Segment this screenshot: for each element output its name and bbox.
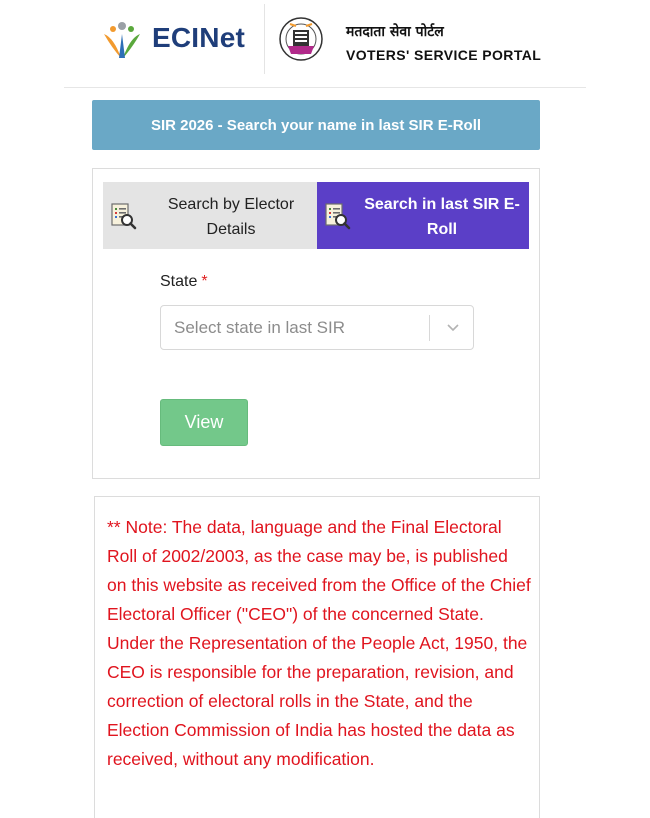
state-label-text: State	[160, 273, 198, 290]
header-rule	[64, 87, 586, 88]
tab-search-by-elector-details[interactable]: Search by Elector Details	[103, 182, 317, 249]
portal-title-hindi: मतदाता सेवा पोर्टल	[346, 24, 444, 40]
tab-label: Search in last SIR E-Roll	[364, 196, 520, 238]
tab-label: Search by Elector Details	[167, 196, 295, 238]
eci-emblem-icon	[279, 17, 323, 61]
header-divider	[264, 4, 265, 74]
tab-search-in-last-sir-e-roll[interactable]: Search in last SIR E-Roll	[317, 182, 529, 249]
page: ECINet मतदाता सेवा पोर्टल VOTERS' SERVIC…	[0, 0, 650, 818]
state-select-placeholder: Select state in last SIR	[174, 318, 346, 337]
state-select[interactable]: Select state in last SIR	[160, 305, 474, 350]
ecinet-logo-text: ECINet	[152, 22, 245, 53]
document-search-icon	[325, 203, 351, 230]
select-separator	[429, 315, 430, 341]
note-card: ** Note: The data, language and the Fina…	[94, 496, 540, 818]
chevron-down-icon[interactable]	[445, 321, 461, 335]
search-card: Search by Elector Details Search in last…	[92, 168, 540, 479]
sir-banner: SIR 2026 - Search your name in last SIR …	[92, 100, 540, 150]
site-header: ECINet मतदाता सेवा पोर्टल VOTERS' SERVIC…	[0, 0, 650, 88]
document-search-icon	[111, 203, 137, 230]
state-field-label: State *	[160, 273, 208, 291]
ecinet-logo-icon	[104, 22, 140, 58]
required-marker: *	[201, 273, 208, 290]
portal-title-english: VOTERS' SERVICE PORTAL	[346, 47, 542, 63]
view-button[interactable]: View	[160, 399, 248, 446]
disclaimer-note: ** Note: The data, language and the Fina…	[107, 517, 531, 769]
